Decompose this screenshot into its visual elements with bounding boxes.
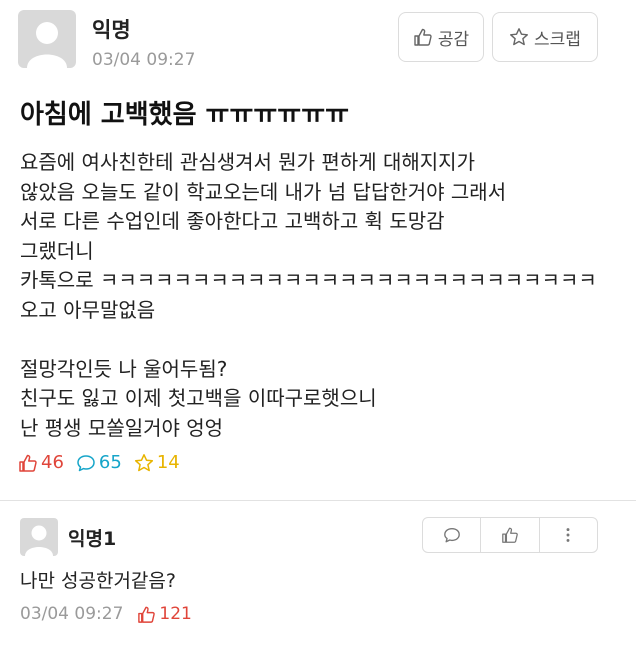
- star-icon: [134, 453, 153, 471]
- reply-button[interactable]: [423, 518, 480, 552]
- like-button-label: 공감: [437, 29, 470, 50]
- scrap-count-value: 14: [156, 452, 180, 473]
- comment-bubble-icon: [77, 454, 95, 471]
- post-header: 익명 03/04 09:27 공감 스크랩: [0, 0, 636, 80]
- like-button[interactable]: 공감: [398, 12, 484, 62]
- author-avatar: [18, 10, 76, 68]
- thumbs-up-icon: [19, 454, 37, 472]
- thumbs-up-icon: [414, 28, 432, 46]
- like-count-value: 46: [41, 452, 64, 473]
- comment-date: 03/04 09:27: [20, 604, 124, 624]
- comment-like-count-value: 121: [159, 604, 192, 624]
- comment-text: 나만 성공한거같음?: [20, 570, 176, 592]
- comment-like-count: 121: [137, 604, 192, 624]
- more-vertical-icon: [566, 528, 570, 542]
- comment-bubble-icon: [443, 528, 460, 543]
- comment-meta: 03/04 09:27 121: [20, 604, 192, 624]
- more-options-button[interactable]: [538, 518, 597, 552]
- comment-author: 익명1: [68, 528, 117, 550]
- comment-count: 65: [76, 452, 122, 473]
- body-line: 난 평생 모쏠일거야 엉엉: [20, 415, 224, 440]
- section-divider: [0, 500, 636, 501]
- body-line: 친구도 잃고 이제 첫고백을 이따구로햇으니: [20, 386, 377, 410]
- body-line: 카톡으로 ㅋㅋㅋㅋㅋㅋㅋㅋㅋㅋㅋㅋㅋㅋㅋㅋㅋㅋㅋㅋㅋㅋㅋㅋㅋㅋㅋ: [20, 268, 597, 292]
- body-line: 그랬더니: [20, 238, 94, 263]
- post-stats: 46 65 14: [18, 452, 192, 473]
- comment-count-value: 65: [98, 452, 122, 473]
- thumbs-up-icon: [502, 527, 518, 543]
- body-line: 절망각인듯 나 울어두됨?: [20, 356, 228, 381]
- post-title: 아침에 고백했음 ㅠㅠㅠㅠㅠㅠ: [20, 100, 350, 130]
- body-line: 서로 다른 수업인데 좋아한다고 고백하고 휙 도망감: [20, 209, 445, 233]
- star-icon: [510, 28, 529, 46]
- post-body: 요즘에 여사친한테 관심생겨서 뭔가 편하게 대해지지가 않았음 오늘도 같이 …: [20, 148, 620, 443]
- body-line: 오고 아무말없음: [20, 297, 156, 322]
- body-line: [20, 325, 620, 355]
- like-count: 46: [18, 452, 64, 473]
- comment-like-button[interactable]: [480, 518, 538, 552]
- comment-avatar: [20, 518, 58, 556]
- comment-actions: [422, 517, 598, 553]
- scrap-count: 14: [134, 452, 180, 473]
- body-line: 요즘에 여사친한테 관심생겨서 뭔가 편하게 대해지지가: [20, 150, 475, 174]
- post-date: 03/04 09:27: [92, 50, 196, 70]
- post-author: 익명: [92, 18, 131, 42]
- scrap-button-label: 스크랩: [534, 29, 581, 50]
- scrap-button[interactable]: 스크랩: [492, 12, 598, 62]
- body-line: 않았음 오늘도 같이 학교오는데 내가 넘 답답한거야 그래서: [20, 179, 507, 204]
- thumbs-up-icon: [138, 606, 156, 623]
